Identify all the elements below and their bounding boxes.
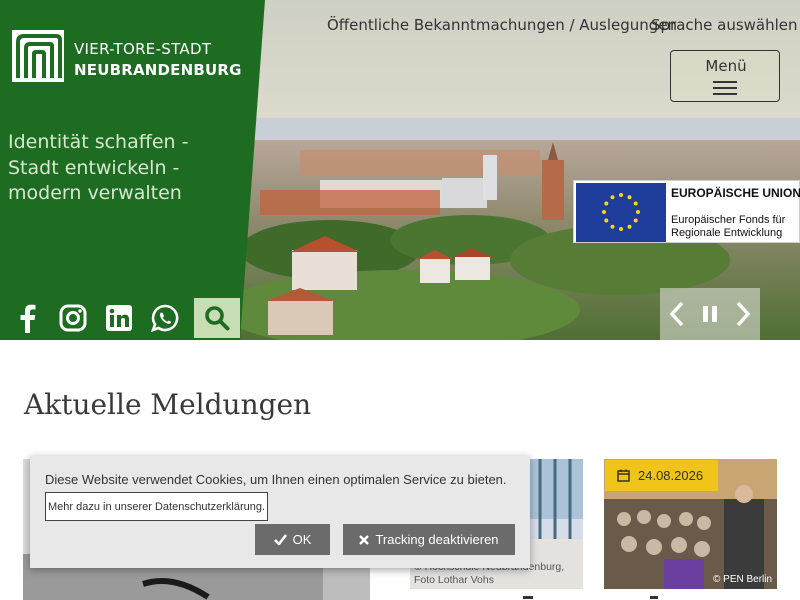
slider-next-button[interactable] [726,288,759,340]
cookie-ok-button[interactable]: OK [255,524,330,555]
search-button[interactable] [194,298,240,338]
hero-section: VIER-TORE-STADT NEUBRANDENBURG Identität… [0,0,800,340]
whatsapp-icon[interactable] [148,300,182,336]
close-icon [359,534,370,545]
calendar-icon [617,469,630,482]
privacy-policy-link[interactable]: Mehr dazu in unserer Datenschutzerklärun… [45,492,268,521]
city-logo[interactable]: VIER-TORE-STADT NEUBRANDENBURG [12,30,241,82]
chevron-left-icon [669,301,683,327]
news-card-3-date-badge: 24.08.2026 [605,460,718,491]
tracking-disable-label: Tracking deaktivieren [375,532,499,547]
instagram-icon[interactable] [56,300,90,336]
language-select[interactable]: Sprache auswählen [651,16,798,34]
pause-icon [702,306,717,322]
eu-subtitle-line2: Regionale Entwicklung [671,227,783,239]
eu-subtitle-line1: Europäischer Fonds für [671,214,786,226]
slider-controls [660,288,760,340]
slider-prev-button[interactable] [660,288,693,340]
logo-line2: NEUBRANDENBURG [74,61,242,79]
news-heading: Aktuelle Meldungen [24,388,312,421]
linkedin-icon[interactable] [102,300,136,336]
menu-button[interactable]: Menü [670,50,780,102]
hamburger-icon [713,81,737,95]
news-card-3-title-fragment [650,596,658,599]
city-emblem-icon [12,30,64,82]
menu-label: Menü [705,57,747,75]
cookie-message: Diese Website verwendet Cookies, um Ihne… [45,472,507,487]
news-card-3-date: 24.08.2026 [638,468,704,483]
eu-flag-icon [576,183,666,242]
search-icon [205,306,230,331]
page: VIER-TORE-STADT NEUBRANDENBURG Identität… [0,0,800,600]
facebook-icon[interactable] [10,300,44,336]
logo-line1: VIER-TORE-STADT [74,40,212,58]
slider-pause-button[interactable] [693,288,726,340]
eu-funding-banner: EUROPÄISCHE UNION Europäischer Fonds für… [573,180,800,243]
announcements-link[interactable]: Öffentliche Bekanntmachungen / Auslegung… [327,16,677,34]
tracking-disable-button[interactable]: Tracking deaktivieren [343,524,515,555]
city-tagline: Identität schaffen - Stadt entwickeln - … [8,131,189,204]
eu-title: EUROPÄISCHE UNION [671,186,800,200]
news-card-3-credit: © PEN Berlin [713,574,773,585]
chevron-right-icon [736,301,750,327]
checkmark-icon [273,534,287,545]
cookie-ok-label: OK [292,532,312,547]
news-card-2-title-fragment [523,596,533,599]
social-links [10,300,182,336]
cookie-banner: Diese Website verwendet Cookies, um Ihne… [30,456,530,568]
